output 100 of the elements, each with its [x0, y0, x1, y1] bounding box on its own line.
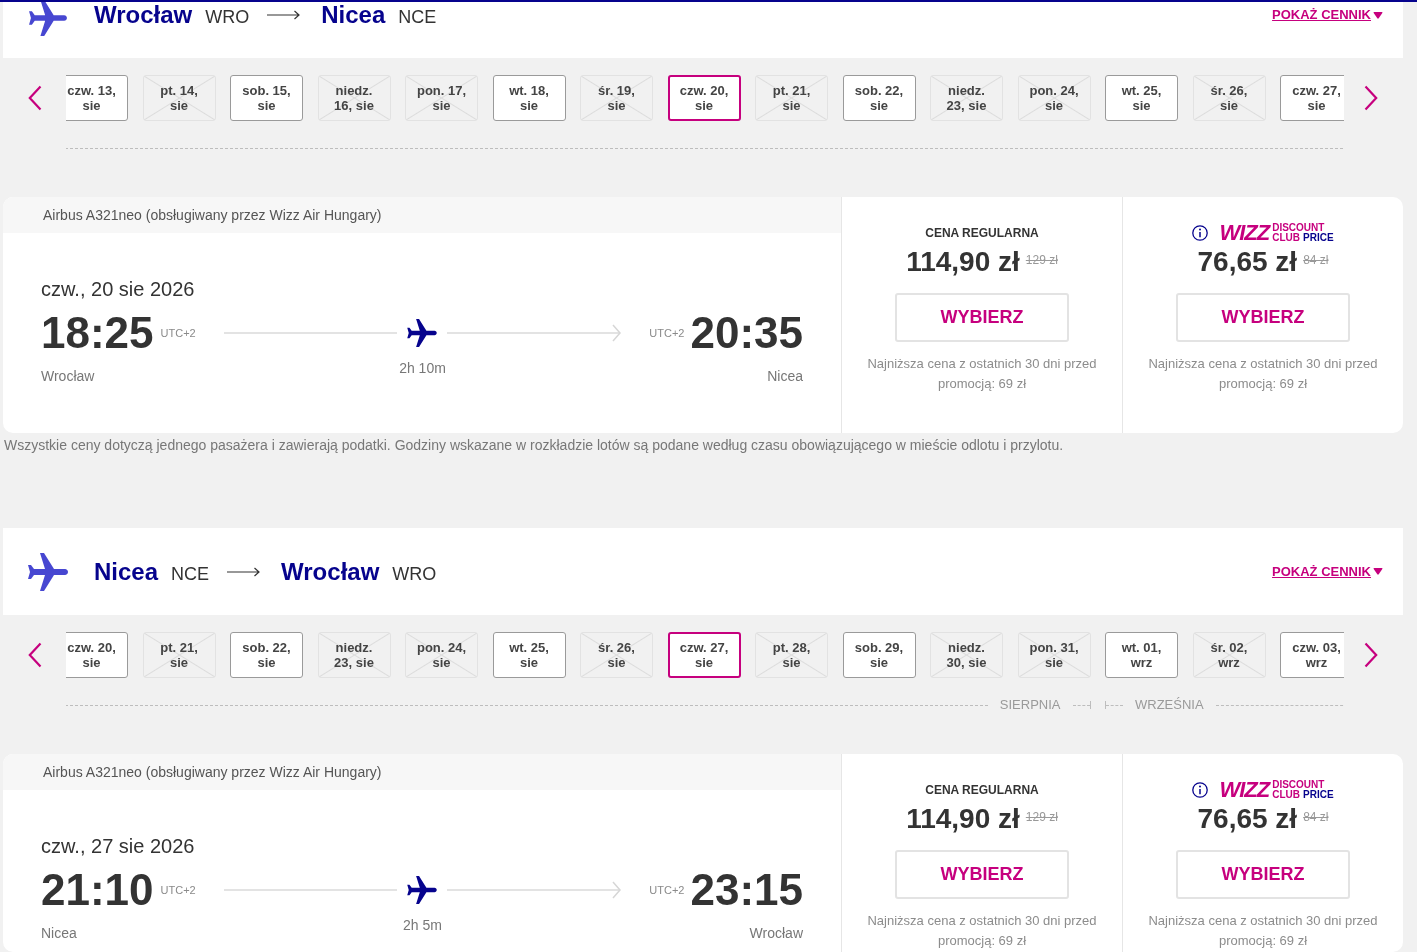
- month-label: SIERPNIA: [998, 696, 1062, 714]
- date-tab[interactable]: czw. 20, sie: [667, 75, 741, 121]
- price-note: Najniższa cena z ostatnich 30 dni przed promocją: 69 zł: [1147, 355, 1379, 393]
- airplane-icon: [407, 319, 437, 347]
- airplane-icon: [407, 876, 437, 904]
- caret-down-icon: [1373, 568, 1383, 575]
- airport-code: WRO: [205, 6, 250, 29]
- date-tab[interactable]: pt. 28, sie: [755, 632, 828, 678]
- select-button[interactable]: WYBIERZ: [1176, 850, 1350, 899]
- timezone-label: UTC+2: [649, 882, 685, 898]
- arrival-time: 23:15: [690, 868, 803, 912]
- departure-city: Wrocław: [41, 367, 95, 386]
- chevron-right-icon: [1364, 85, 1378, 111]
- airport-code: NCE: [398, 6, 437, 29]
- date-tab[interactable]: śr. 26, sie: [1192, 75, 1266, 121]
- date-tab[interactable]: wt. 01, wrz: [1105, 632, 1178, 678]
- arrow-right-icon: [227, 566, 261, 577]
- info-icon: [1192, 225, 1209, 241]
- fare-title: CENA REGULARNA: [925, 225, 1039, 242]
- fare-title: CENA REGULARNA: [925, 782, 1039, 799]
- date-tab[interactable]: niedz. 30, sie: [930, 632, 1003, 678]
- date-tab[interactable]: pt. 21, sie: [142, 632, 216, 678]
- fare-price: 114,90 zł: [906, 802, 1020, 836]
- city-name: Nicea: [321, 0, 386, 30]
- old-price: 129 zł: [1025, 809, 1058, 826]
- old-price: 84 zł: [1303, 252, 1329, 269]
- old-price: 84 zł: [1303, 809, 1329, 826]
- date-tab[interactable]: niedz. 16, sie: [317, 75, 391, 121]
- airport-code: NCE: [171, 562, 210, 586]
- city-name: Wrocław: [281, 556, 380, 587]
- next-button[interactable]: [1364, 642, 1378, 668]
- timezone-label: UTC+2: [160, 882, 196, 898]
- logo-wordmark: WIZZ: [1219, 222, 1270, 244]
- date-tab[interactable]: śr. 26, sie: [580, 632, 653, 678]
- timezone-label: UTC+2: [160, 325, 196, 341]
- departure-time: 18:25: [41, 311, 154, 355]
- arrival-city: Wrocław: [749, 924, 803, 943]
- chevron-left-icon: [27, 642, 42, 668]
- arrival-time: 20:35: [690, 311, 803, 355]
- old-price: 129 zł: [1025, 252, 1058, 269]
- city-name: Nicea: [94, 556, 159, 587]
- date-tab[interactable]: śr. 02, wrz: [1192, 632, 1266, 678]
- aircraft-info: Airbus A321neo (obsługiwany przez Wizz Air Hungary): [43, 762, 382, 782]
- previous-button[interactable]: [27, 85, 42, 111]
- logo-wordmark: WIZZ: [1219, 779, 1270, 801]
- fare-price: 76,65 zł: [1197, 245, 1298, 279]
- airplane-icon: [28, 552, 68, 591]
- arrival-city: Nicea: [767, 367, 803, 386]
- flight-duration: 2h 10m: [399, 359, 446, 378]
- price-list-link[interactable]: POKAŻ CENNIK: [1272, 561, 1383, 582]
- flight-date: czw., 27 sie 2026: [41, 834, 195, 859]
- airplane-icon: [28, 0, 68, 36]
- date-tab[interactable]: czw. 27, sie: [1280, 75, 1344, 121]
- departure-time: 21:10: [41, 868, 154, 912]
- aircraft-info: Airbus A321neo (obsługiwany przez Wizz Air Hungary): [43, 205, 382, 225]
- select-button[interactable]: WYBIERZ: [895, 850, 1069, 899]
- chevron-left-icon: [27, 85, 42, 111]
- fare-price: 114,90 zł: [906, 245, 1020, 279]
- footnote: Wszystkie ceny dotyczą jednego pasażera i zawierają podatki. Godziny wskazane w rozkładzie lotów są podane według czasu obowiązującego w mieście odlotu i przylotu.: [3, 436, 1065, 455]
- price-note: Najniższa cena z ostatnich 30 dni przed promocją: 69 zł: [1147, 912, 1379, 950]
- date-tab[interactable]: pon. 31, sie: [1017, 632, 1091, 678]
- date-tab[interactable]: wt. 25, sie: [1105, 75, 1178, 121]
- select-button[interactable]: WYBIERZ: [1176, 293, 1350, 342]
- date-tab[interactable]: sob. 22, sie: [842, 75, 916, 121]
- price-note: Najniższa cena z ostatnich 30 dni przed promocją: 69 zł: [866, 355, 1098, 393]
- date-tab[interactable]: pon. 24, sie: [405, 632, 478, 678]
- date-tab[interactable]: sob. 22, sie: [230, 632, 303, 678]
- arrowhead-icon: [612, 881, 622, 899]
- date-tab[interactable]: niedz. 23, sie: [930, 75, 1003, 121]
- date-tab[interactable]: czw. 27, sie: [667, 632, 741, 678]
- fare-price: 76,65 zł: [1197, 802, 1298, 836]
- logo-tagline: DISCOUNT CLUB PRICE: [1272, 780, 1334, 800]
- date-tab[interactable]: śr. 19, sie: [580, 75, 653, 121]
- departure-city: Nicea: [41, 924, 77, 943]
- date-tab[interactable]: sob. 15, sie: [230, 75, 303, 121]
- date-tab[interactable]: wt. 18, sie: [492, 75, 566, 121]
- date-tab[interactable]: pt. 14, sie: [142, 75, 216, 121]
- arrowhead-icon: [612, 324, 622, 342]
- date-tab[interactable]: czw. 20, sie: [66, 632, 128, 678]
- info-icon: [1192, 782, 1209, 798]
- select-button[interactable]: WYBIERZ: [895, 293, 1069, 342]
- logo-tagline: DISCOUNT CLUB PRICE: [1272, 223, 1334, 243]
- date-tab[interactable]: czw. 13, sie: [66, 75, 128, 121]
- date-tab[interactable]: sob. 29, sie: [842, 632, 916, 678]
- previous-button[interactable]: [27, 642, 42, 668]
- date-tab[interactable]: pon. 24, sie: [1017, 75, 1091, 121]
- chevron-right-icon: [1364, 642, 1378, 668]
- next-button[interactable]: [1364, 85, 1378, 111]
- price-list-link[interactable]: POKAŻ CENNIK: [1272, 5, 1383, 25]
- caret-down-icon: [1373, 11, 1383, 19]
- date-tab[interactable]: niedz. 23, sie: [317, 632, 391, 678]
- date-tab[interactable]: pon. 17, sie: [405, 75, 478, 121]
- date-tab[interactable]: pt. 21, sie: [755, 75, 828, 121]
- airport-code: WRO: [392, 562, 437, 586]
- date-tab[interactable]: czw. 03, wrz: [1280, 632, 1344, 678]
- flight-duration: 2h 5m: [403, 916, 442, 935]
- date-tab[interactable]: wt. 25, sie: [492, 632, 566, 678]
- city-name: Wrocław: [94, 0, 193, 30]
- timezone-label: UTC+2: [649, 325, 685, 341]
- price-note: Najniższa cena z ostatnich 30 dni przed promocją: 69 zł: [866, 912, 1098, 950]
